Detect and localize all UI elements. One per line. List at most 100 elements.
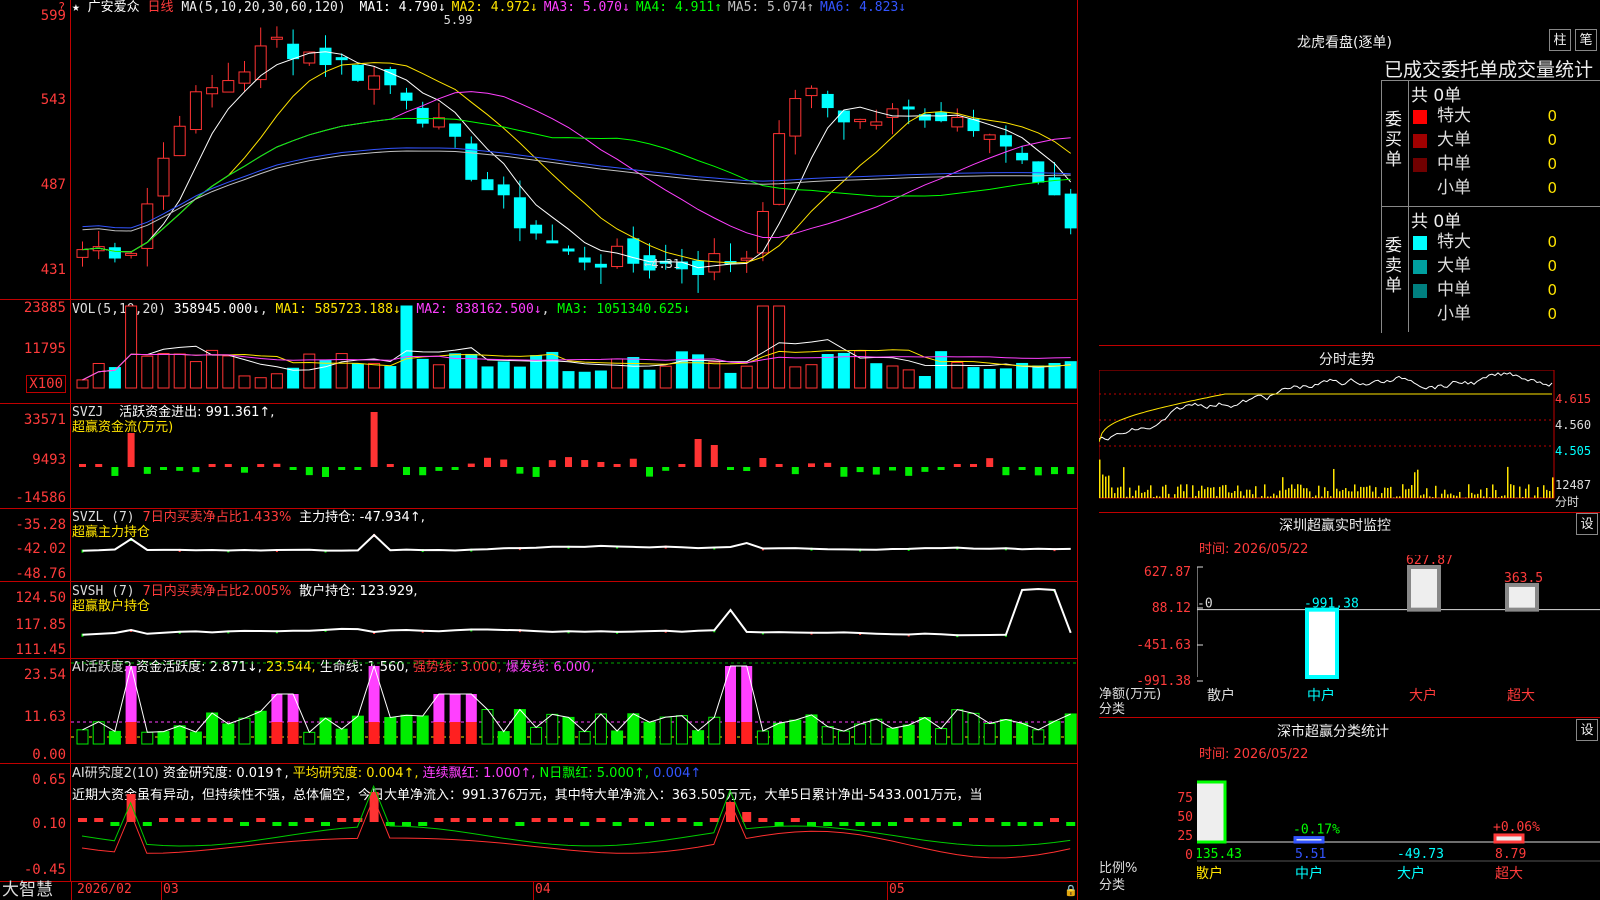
longhu-bar-button[interactable]: 柱: [1549, 29, 1571, 51]
intraday-vol-bar: [1345, 488, 1347, 498]
svzj-bar: [111, 467, 119, 476]
intraday-vol-bar: [1198, 490, 1200, 498]
question-mark[interactable]: ?: [58, 0, 65, 14]
svzj-bar: [791, 467, 799, 475]
ai2-bar: [774, 822, 784, 826]
svzl-chart[interactable]: [71, 509, 1077, 581]
ai2-bar: [920, 818, 930, 822]
intraday-vol-bar: [1489, 497, 1491, 498]
ai1-bar: [1032, 729, 1045, 745]
monitor-chart[interactable]: -0 散户 -991.38 中户 627.87 大户 363.5 超大: [1197, 555, 1600, 715]
volume-bar: [951, 361, 964, 389]
monitor-settings-button[interactable]: 设: [1576, 513, 1598, 535]
intraday-vol-bar: [1369, 485, 1371, 498]
ai2-bar: [969, 818, 978, 822]
ai1-chart[interactable]: [71, 659, 1077, 763]
svzj-bar: [403, 467, 410, 476]
candle-body: [497, 184, 510, 196]
candle-body: [935, 112, 948, 122]
candle-body: [983, 134, 996, 140]
volume-bar: [708, 361, 721, 389]
lock-icon[interactable]: 🔒: [1064, 884, 1078, 897]
svzj-bar: [856, 467, 864, 473]
candle-body: [902, 106, 915, 110]
volume-bar: [189, 361, 202, 389]
svzj-bar: [192, 467, 200, 473]
intraday-vol-bar: [1126, 496, 1128, 498]
date-sep-3: [887, 882, 888, 900]
intraday-vol-bar: [1135, 490, 1137, 498]
intraday-vol-bar: [1399, 496, 1401, 498]
ai2-bar: [952, 822, 962, 826]
ai2-chart[interactable]: [71, 764, 1077, 881]
vol-tick-0: 23885: [23, 300, 66, 316]
svzj-chart[interactable]: [71, 404, 1077, 508]
intraday-tick-2: 4.505: [1555, 444, 1592, 458]
classify-change-label-3: +0.06%: [1493, 820, 1540, 835]
ai1-bar: [918, 717, 931, 745]
ai1-bar: [692, 730, 705, 745]
svzj-bar: [743, 467, 751, 472]
intraday-vol-bar: [1396, 496, 1398, 498]
volume-bar: [789, 366, 802, 389]
classify-settings-button[interactable]: 设: [1576, 719, 1598, 741]
volume-bar: [546, 351, 559, 389]
intraday-vol-bar: [1192, 485, 1194, 498]
volume-bar: [675, 351, 688, 389]
volume-bar: [999, 368, 1012, 389]
candle-body: [870, 121, 883, 126]
intraday-vol-bar: [1297, 484, 1299, 498]
volume-bar: [886, 365, 899, 389]
ai1-bar: [254, 710, 267, 745]
svzj-bar: [241, 467, 248, 473]
candle-body: [254, 45, 267, 81]
ai2-bar: [256, 818, 266, 822]
svzj-bar: [727, 467, 734, 470]
svsh-chart[interactable]: [71, 582, 1077, 658]
svzj-bar: [1018, 467, 1026, 470]
sell-count: 0: [1547, 305, 1557, 323]
ai2-bar: [78, 818, 87, 822]
classify-chart[interactable]: 135.43 散户 -0.17% 5.51 中户 -49.73 大户 +0.06% 8.79 超大: [1197, 760, 1600, 900]
ai1-bar: [773, 722, 786, 745]
intraday-chart[interactable]: [1099, 370, 1600, 510]
ai1-bar: [837, 730, 850, 745]
monitor-cat-label-3: 超大: [1507, 688, 1535, 704]
ai1-bar: [902, 724, 915, 745]
candle-body: [368, 75, 381, 90]
svzj-bar: [613, 464, 621, 467]
buy-row: 大单 0 0%: [1409, 128, 1600, 152]
candle-body: [319, 47, 332, 66]
svzj-bar: [678, 464, 686, 467]
sell-row: 小单 0 0%: [1409, 302, 1600, 326]
buy-side-label: 委买单: [1385, 110, 1402, 170]
intraday-vol-bar: [1522, 496, 1524, 498]
longhu-tick-button[interactable]: 笔: [1575, 29, 1597, 51]
buy-swatch: [1413, 110, 1427, 124]
intraday-vol-bar: [1480, 489, 1482, 498]
volume-chart[interactable]: [71, 300, 1077, 403]
intraday-vol-bar: [1237, 485, 1239, 498]
price-axis: 599 543 487 431: [0, 0, 70, 300]
intraday-vol-bar: [1249, 489, 1251, 498]
ai1-bar: [303, 731, 316, 745]
ai1-bar: [384, 717, 397, 745]
candlestick-chart[interactable]: 5.99 ←4.31: [71, 0, 1077, 299]
ai1-bar-base: [287, 722, 299, 744]
sell-count: 0: [1547, 281, 1557, 299]
ai1-bar: [708, 716, 721, 745]
intraday-vol-bar: [1267, 496, 1269, 498]
intraday-vol-bar: [1327, 491, 1329, 498]
svzj-bar: [759, 458, 767, 467]
candle-body: [627, 238, 640, 264]
intraday-vol-bar: [1288, 488, 1290, 498]
intraday-vol-bar: [1123, 467, 1125, 498]
svzj-bar: [305, 467, 313, 476]
intraday-vol-bar: [1528, 484, 1530, 498]
ai1-bar: [611, 730, 624, 745]
volume-bar: [173, 353, 186, 389]
intraday-vol-bar: [1234, 490, 1236, 498]
volume-bar: [400, 305, 413, 389]
svsh-tick-0: 124.50: [15, 590, 66, 606]
ai2-bar: [499, 818, 509, 822]
